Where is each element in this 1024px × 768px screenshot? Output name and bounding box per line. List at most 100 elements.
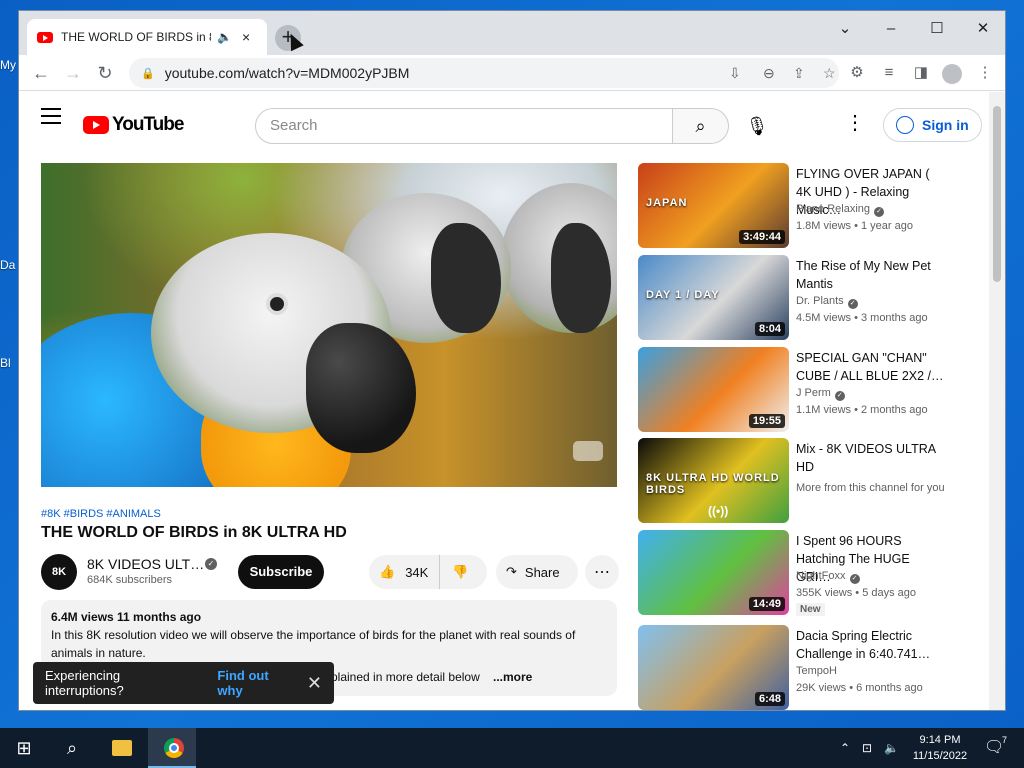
video-title: THE WORLD OF BIRDS in 8K ULTRA HD <box>41 524 347 541</box>
channel-avatar[interactable]: 8K <box>41 554 77 590</box>
file-explorer-icon[interactable] <box>112 740 132 756</box>
network-icon[interactable]: ⊡ <box>862 728 872 768</box>
more-actions-button[interactable]: ⋯ <box>585 555 619 589</box>
install-app-icon[interactable]: ⇩ <box>729 58 741 88</box>
subscribe-watermark-icon[interactable] <box>573 441 603 461</box>
zoom-icon[interactable]: ⊖ <box>763 58 775 88</box>
taskbar: ⊞ ⌕ ⌃ ⊡ 🔈 9:14 PM 11/15/2022 🗨 7 <box>0 728 1024 768</box>
subscriber-count: 684K subscribers <box>87 574 172 586</box>
video-thumbnail[interactable]: 14:49 <box>638 530 789 615</box>
recommendation-channel[interactable]: J Perm ✓ <box>796 387 845 401</box>
recommendation-channel[interactable]: Dr. Plants ✓ <box>796 295 858 309</box>
browser-tab[interactable]: THE WORLD OF BIRDS in 8K 🔈 × <box>27 19 267 55</box>
recommendation-channel[interactable]: TempoH <box>796 665 837 677</box>
recommendation-title[interactable]: Dacia Spring Electric Challenge in 6:40.… <box>796 627 946 663</box>
youtube-logo[interactable]: YouTube <box>83 114 184 136</box>
start-windows-icon[interactable]: ⊞ <box>0 728 48 768</box>
video-thumbnail[interactable]: 19:55 <box>638 347 789 432</box>
video-thumbnail[interactable]: 6:48 <box>638 625 789 710</box>
find-out-why-link[interactable]: Find out why <box>217 668 293 698</box>
duration-badge: 19:55 <box>748 414 785 428</box>
subscribe-button[interactable]: Subscribe <box>238 555 324 589</box>
description-more-link[interactable]: ...more <box>493 668 532 686</box>
toast-message: Experiencing interruptions? <box>45 668 124 698</box>
recommendation-channel[interactable]: NightFoxx ✓ <box>796 570 860 584</box>
speaker-icon[interactable]: 🔈 <box>217 30 232 44</box>
scrollbar-thumb[interactable] <box>993 106 1001 282</box>
media-control-icon[interactable]: ≡ <box>877 59 901 87</box>
tab-title: THE WORLD OF BIRDS in 8K <box>61 30 211 44</box>
clock[interactable]: 9:14 PM 11/15/2022 <box>906 732 974 764</box>
channel-name[interactable]: 8K VIDEOS ULT… <box>87 556 204 572</box>
recommendation-meta: 1.8M views • 1 year ago <box>796 220 913 232</box>
video-thumbnail[interactable]: JAPAN 3:49:44 <box>638 163 789 248</box>
chrome-icon[interactable] <box>164 738 184 758</box>
youtube-logo-text: YouTube <box>112 114 184 135</box>
video-thumbnail[interactable]: 8K ULTRA HD WORLD BIRDS ((•)) <box>638 438 789 523</box>
video-player[interactable] <box>41 163 617 487</box>
recommendation-item[interactable]: JAPAN 3:49:44 FLYING OVER JAPAN ( 4K UHD )… <box>638 163 978 249</box>
close-window-button[interactable]: ✕ <box>963 17 1003 41</box>
interruption-toast: Experiencing interruptions? Find out why… <box>33 662 334 704</box>
tab-close-icon[interactable]: × <box>242 29 250 45</box>
thumbnail-caption: DAY 1 / DAY <box>646 289 720 301</box>
recommendation-item[interactable]: 8K ULTRA HD WORLD BIRDS ((•)) Mix - 8K VID… <box>638 438 978 524</box>
recommendation-meta: 355K views • 5 days ago <box>796 587 917 599</box>
volume-icon[interactable]: 🔈 <box>884 728 899 768</box>
bookmark-star-icon[interactable]: ☆ <box>823 58 836 88</box>
verified-check-icon: ✓ <box>849 574 860 584</box>
search-input[interactable]: Search <box>255 108 673 144</box>
forward-arrow-icon[interactable]: → <box>59 59 87 87</box>
video-hashtags[interactable]: #8K #BIRDS #ANIMALS <box>41 508 161 520</box>
thumbnail-caption: 8K ULTRA HD WORLD BIRDS <box>646 472 780 496</box>
recommendation-meta: 4.5M views • 3 months ago <box>796 312 928 324</box>
page-scrollbar[interactable] <box>989 92 1005 710</box>
video-thumbnail[interactable]: DAY 1 / DAY 8:04 <box>638 255 789 340</box>
share-page-icon[interactable]: ⇪ <box>793 58 805 88</box>
recommendation-item[interactable]: 19:55 SPECIAL GAN "CHAN" CUBE / ALL BLUE … <box>638 347 978 433</box>
reload-icon[interactable]: ↻ <box>91 59 119 87</box>
microphone-icon[interactable]: 🎙 <box>739 108 775 144</box>
dislike-button[interactable]: 👎 <box>439 555 487 589</box>
more-dots-icon: ⋯ <box>594 564 610 581</box>
tab-strip: THE WORLD OF BIRDS in 8K 🔈 × + ⌄ – ☐ ✕ <box>19 11 1005 55</box>
desktop-icon-label[interactable]: My <box>0 58 16 72</box>
maximize-button[interactable]: ☐ <box>917 17 957 41</box>
address-bar[interactable]: 🔒 youtube.com/watch?v=MDM002yPJBM ⇩ ⊖ ⇪ … <box>129 58 839 88</box>
show-hidden-icons-icon[interactable]: ⌃ <box>840 728 850 768</box>
verified-check-icon: ✓ <box>205 558 217 570</box>
minimize-button[interactable]: – <box>871 17 911 41</box>
extensions-puzzle-icon[interactable]: ⚙ <box>845 59 869 87</box>
url-text[interactable]: youtube.com/watch?v=MDM002yPJBM <box>165 65 410 81</box>
recommendation-channel[interactable]: Piano Relaxing ✓ <box>796 203 884 217</box>
notification-count: 7 <box>1002 735 1008 745</box>
search-button[interactable]: ⌕ <box>673 108 729 144</box>
settings-kebab-icon[interactable]: ⋮ <box>845 110 865 135</box>
like-button[interactable]: 👍 34K <box>369 555 439 589</box>
tab-search-icon[interactable]: ⌄ <box>825 17 865 41</box>
recommendation-title[interactable]: The Rise of My New Pet Mantis <box>796 257 946 293</box>
recommendation-title[interactable]: SPECIAL GAN "CHAN" CUBE / ALL BLUE 2X2 /… <box>796 349 946 385</box>
lock-icon[interactable]: 🔒 <box>141 67 155 80</box>
profile-avatar-icon[interactable] <box>942 64 962 84</box>
description-text: In this 8K resolution video we will obse… <box>51 628 576 660</box>
search-icon: ⌕ <box>695 116 706 136</box>
recommendation-item[interactable]: 14:49 I Spent 96 HOURS Hatching The HUGE … <box>638 530 978 616</box>
sign-in-button[interactable]: Sign in <box>883 108 982 142</box>
recommendation-item[interactable]: DAY 1 / DAY 8:04 The Rise of My New Pet Ma… <box>638 255 978 341</box>
share-button[interactable]: ↷ Share <box>496 555 578 589</box>
search-icon[interactable]: ⌕ <box>48 728 96 768</box>
new-badge: New <box>796 603 825 616</box>
recommendation-item[interactable]: 6:48 Dacia Spring Electric Challenge in 6… <box>638 625 978 710</box>
back-arrow-icon[interactable]: ← <box>27 59 55 87</box>
recommendation-channel[interactable]: More from this channel for you <box>796 482 945 494</box>
desktop-icon-label[interactable]: Bl <box>0 356 11 370</box>
chrome-menu-icon[interactable]: ⋮ <box>973 59 997 87</box>
video-frame-bird <box>266 293 288 315</box>
recommendation-meta: 29K views • 6 months ago <box>796 682 923 694</box>
desktop-icon-label[interactable]: Da <box>0 258 15 272</box>
toast-close-icon[interactable]: ✕ <box>307 673 322 694</box>
menu-hamburger-icon[interactable] <box>41 108 61 124</box>
side-panel-icon[interactable]: ◨ <box>909 59 933 87</box>
recommendation-title[interactable]: Mix - 8K VIDEOS ULTRA HD <box>796 440 946 476</box>
